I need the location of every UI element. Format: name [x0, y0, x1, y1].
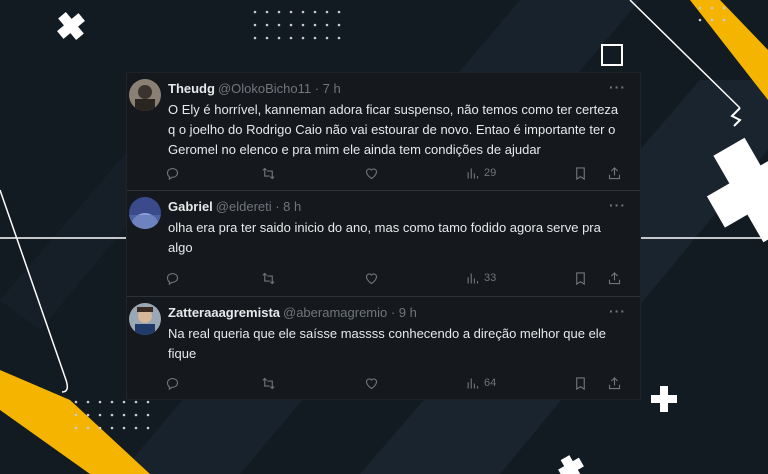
- tweet-text: olha era pra ter saido inicio do ano, ma…: [168, 220, 601, 255]
- display-name[interactable]: Zatteraaagremista: [168, 305, 280, 320]
- handle-time[interactable]: @eldereti · 8 h: [216, 199, 301, 214]
- display-name[interactable]: Theudg: [168, 81, 215, 96]
- tweet-replies-card: Theudg @OlokoBicho11 · 7 h ··· O Ely é ho…: [126, 72, 641, 400]
- tweet[interactable]: Theudg @OlokoBicho11 · 7 h ··· O Ely é ho…: [127, 73, 640, 191]
- cross-bottom-right: [651, 386, 677, 412]
- views-icon[interactable]: 64: [465, 373, 496, 393]
- more-options-icon[interactable]: ···: [609, 303, 626, 319]
- reply-icon[interactable]: [165, 268, 180, 288]
- handle-time[interactable]: @OlokoBicho11 · 7 h: [218, 81, 341, 96]
- tweet-header: Gabriel @eldereti · 8 h: [168, 199, 301, 215]
- more-options-icon[interactable]: ···: [609, 79, 626, 95]
- like-icon[interactable]: [364, 163, 379, 183]
- tweet-actions: 29: [165, 163, 635, 183]
- avatar[interactable]: [129, 79, 161, 111]
- bookmark-icon[interactable]: [573, 268, 588, 288]
- retweet-icon[interactable]: [261, 163, 276, 183]
- share-icon[interactable]: [607, 373, 622, 393]
- tweet-actions: 64: [165, 373, 635, 393]
- tweet-header: Zatteraaagremista @aberamagremio · 9 h: [168, 305, 417, 321]
- more-options-icon[interactable]: ···: [609, 197, 626, 213]
- like-icon[interactable]: [364, 373, 379, 393]
- handle-time[interactable]: @aberamagremio · 9 h: [283, 305, 417, 320]
- cross-top-left: [57, 12, 85, 40]
- share-icon[interactable]: [607, 163, 622, 183]
- views-icon[interactable]: 29: [465, 163, 496, 183]
- views-count: 29: [484, 167, 497, 179]
- tweet-header: Theudg @OlokoBicho11 · 7 h: [168, 81, 341, 97]
- views-icon[interactable]: 33: [465, 268, 496, 288]
- bookmark-icon[interactable]: [573, 163, 588, 183]
- tweet-actions: 33: [165, 268, 635, 288]
- views-count: 64: [484, 377, 497, 389]
- tweet-text: Na real queria que ele saísse massss con…: [168, 326, 606, 361]
- display-name[interactable]: Gabriel: [168, 199, 213, 214]
- retweet-icon[interactable]: [261, 268, 276, 288]
- like-icon[interactable]: [364, 268, 379, 288]
- retweet-icon[interactable]: [261, 373, 276, 393]
- tweet[interactable]: Zatteraaagremista @aberamagremio · 9 h ··…: [127, 297, 640, 401]
- avatar[interactable]: [129, 197, 161, 229]
- reply-icon[interactable]: [165, 373, 180, 393]
- views-count: 33: [484, 272, 497, 284]
- share-icon[interactable]: [607, 268, 622, 288]
- reply-icon[interactable]: [165, 163, 180, 183]
- tweet-text: O Ely é horrível, kanneman adora ficar s…: [168, 102, 619, 157]
- avatar[interactable]: [129, 303, 161, 335]
- tweet[interactable]: Gabriel @eldereti · 8 h ··· olha era pra …: [127, 191, 640, 297]
- bookmark-icon[interactable]: [573, 373, 588, 393]
- cross-bottom-middle: [558, 455, 584, 474]
